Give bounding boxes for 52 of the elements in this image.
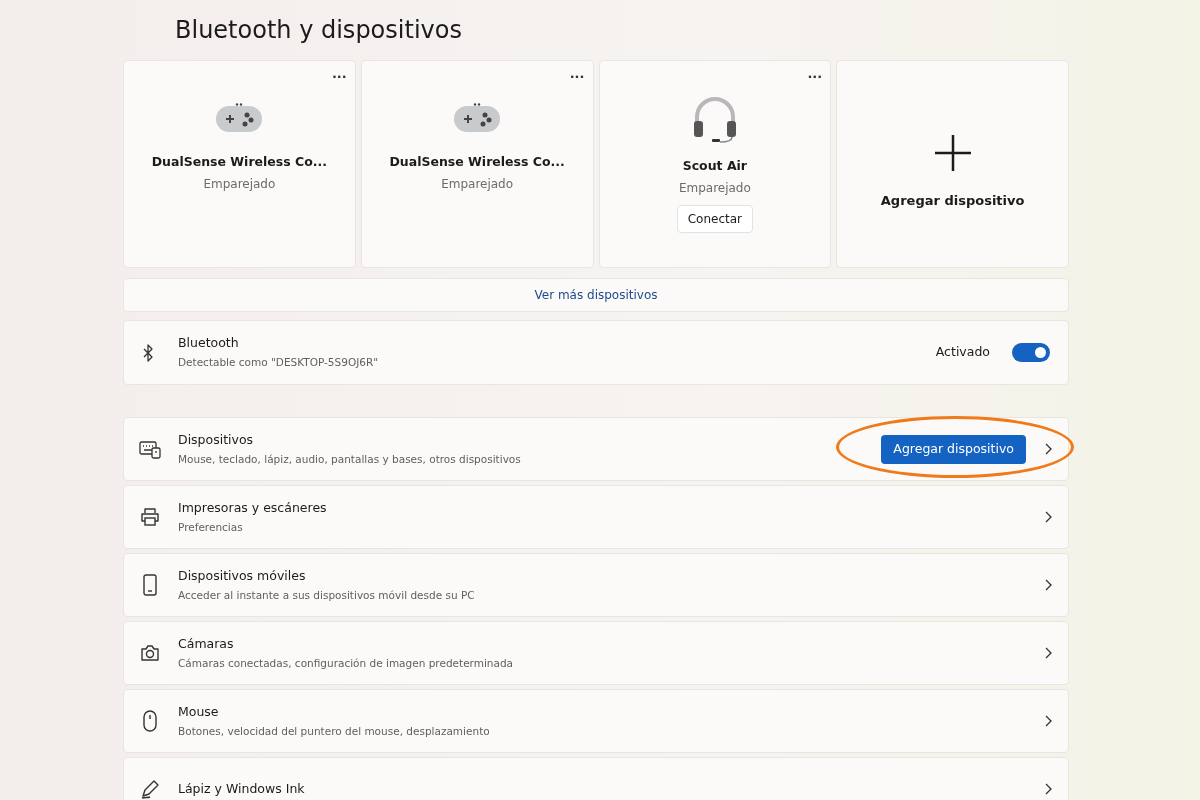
more-options-button[interactable]: ... bbox=[331, 69, 347, 79]
setting-title: Bluetooth bbox=[178, 334, 240, 353]
gamepad-icon bbox=[215, 103, 264, 133]
setting-title: Mouse bbox=[178, 702, 220, 721]
device-name: DualSense Wireless Co... bbox=[151, 153, 328, 171]
settings-row[interactable]: Impresoras y escáneres Preferencias bbox=[123, 485, 1069, 549]
setting-description: Acceder al instante a sus dispositivos móvil desde su PC bbox=[178, 587, 476, 603]
setting-description: Mouse, teclado, lápiz, audio, pantallas y bases, otros dispositivos bbox=[178, 451, 522, 467]
setting-description: Detectable como "DESKTOP-5S9OJ6R" bbox=[178, 355, 380, 370]
bluetooth-icon bbox=[142, 343, 154, 362]
device-name: Scout Air bbox=[682, 157, 748, 175]
setting-title: Dispositivos bbox=[178, 430, 255, 449]
chevron-right-icon bbox=[1044, 579, 1052, 591]
device-status: Emparejado bbox=[203, 175, 276, 193]
device-status: Emparejado bbox=[678, 179, 751, 197]
headset-icon bbox=[691, 95, 738, 143]
add-device-label: Agregar dispositivo bbox=[880, 192, 1025, 210]
more-devices-link[interactable]: Ver más dispositivos bbox=[123, 278, 1069, 312]
chevron-right-icon bbox=[1044, 647, 1052, 659]
chevron-right-icon bbox=[1044, 715, 1052, 727]
more-options-button[interactable]: ... bbox=[569, 69, 585, 79]
setting-title: Cámaras bbox=[178, 634, 235, 653]
settings-row[interactable]: Mouse Botones, velocidad del puntero del mouse, desplazamiento bbox=[123, 689, 1069, 753]
plus-icon bbox=[932, 133, 973, 173]
phone-icon bbox=[143, 574, 157, 596]
settings-row[interactable]: Lápiz y Windows Ink bbox=[123, 757, 1069, 800]
gamepad-icon bbox=[453, 103, 502, 133]
toggle-state-label: Activado bbox=[935, 343, 990, 362]
connect-button[interactable]: Conectar bbox=[676, 204, 754, 233]
device-status: Emparejado bbox=[441, 175, 514, 193]
mouse-icon bbox=[143, 710, 157, 732]
setting-title: Lápiz y Windows Ink bbox=[178, 779, 306, 798]
device-card[interactable]: Agregar dispositivo bbox=[836, 60, 1069, 268]
pen-icon bbox=[140, 779, 160, 799]
setting-description: Preferencias bbox=[178, 519, 244, 535]
printer-icon bbox=[140, 507, 160, 527]
bluetooth-toggle[interactable] bbox=[1012, 343, 1050, 362]
camera-icon bbox=[140, 644, 160, 662]
setting-title: Impresoras y escáneres bbox=[178, 498, 328, 517]
add-device-button[interactable]: Agregar dispositivo bbox=[881, 434, 1026, 464]
setting-description: Cámaras conectadas, configuración de imagen predeterminada bbox=[178, 655, 515, 671]
device-name: DualSense Wireless Co... bbox=[389, 153, 565, 171]
chevron-right-icon bbox=[1044, 783, 1052, 795]
settings-row[interactable]: Dispositivos móviles Acceder al instante a sus dispositivos móvil desde su PC bbox=[123, 553, 1069, 617]
keyboard-icon bbox=[139, 439, 161, 459]
more-options-button[interactable]: ... bbox=[807, 69, 823, 79]
settings-row[interactable]: Cámaras Cámaras conectadas, configuración de imagen predeterminada bbox=[123, 621, 1069, 685]
chevron-right-icon bbox=[1044, 511, 1052, 523]
setting-description: Botones, velocidad del puntero del mouse, desplazamiento bbox=[178, 723, 491, 739]
setting-title: Dispositivos móviles bbox=[178, 566, 307, 585]
page-title: Bluetooth y dispositivos bbox=[175, 15, 462, 46]
chevron-right-icon bbox=[1044, 443, 1052, 455]
